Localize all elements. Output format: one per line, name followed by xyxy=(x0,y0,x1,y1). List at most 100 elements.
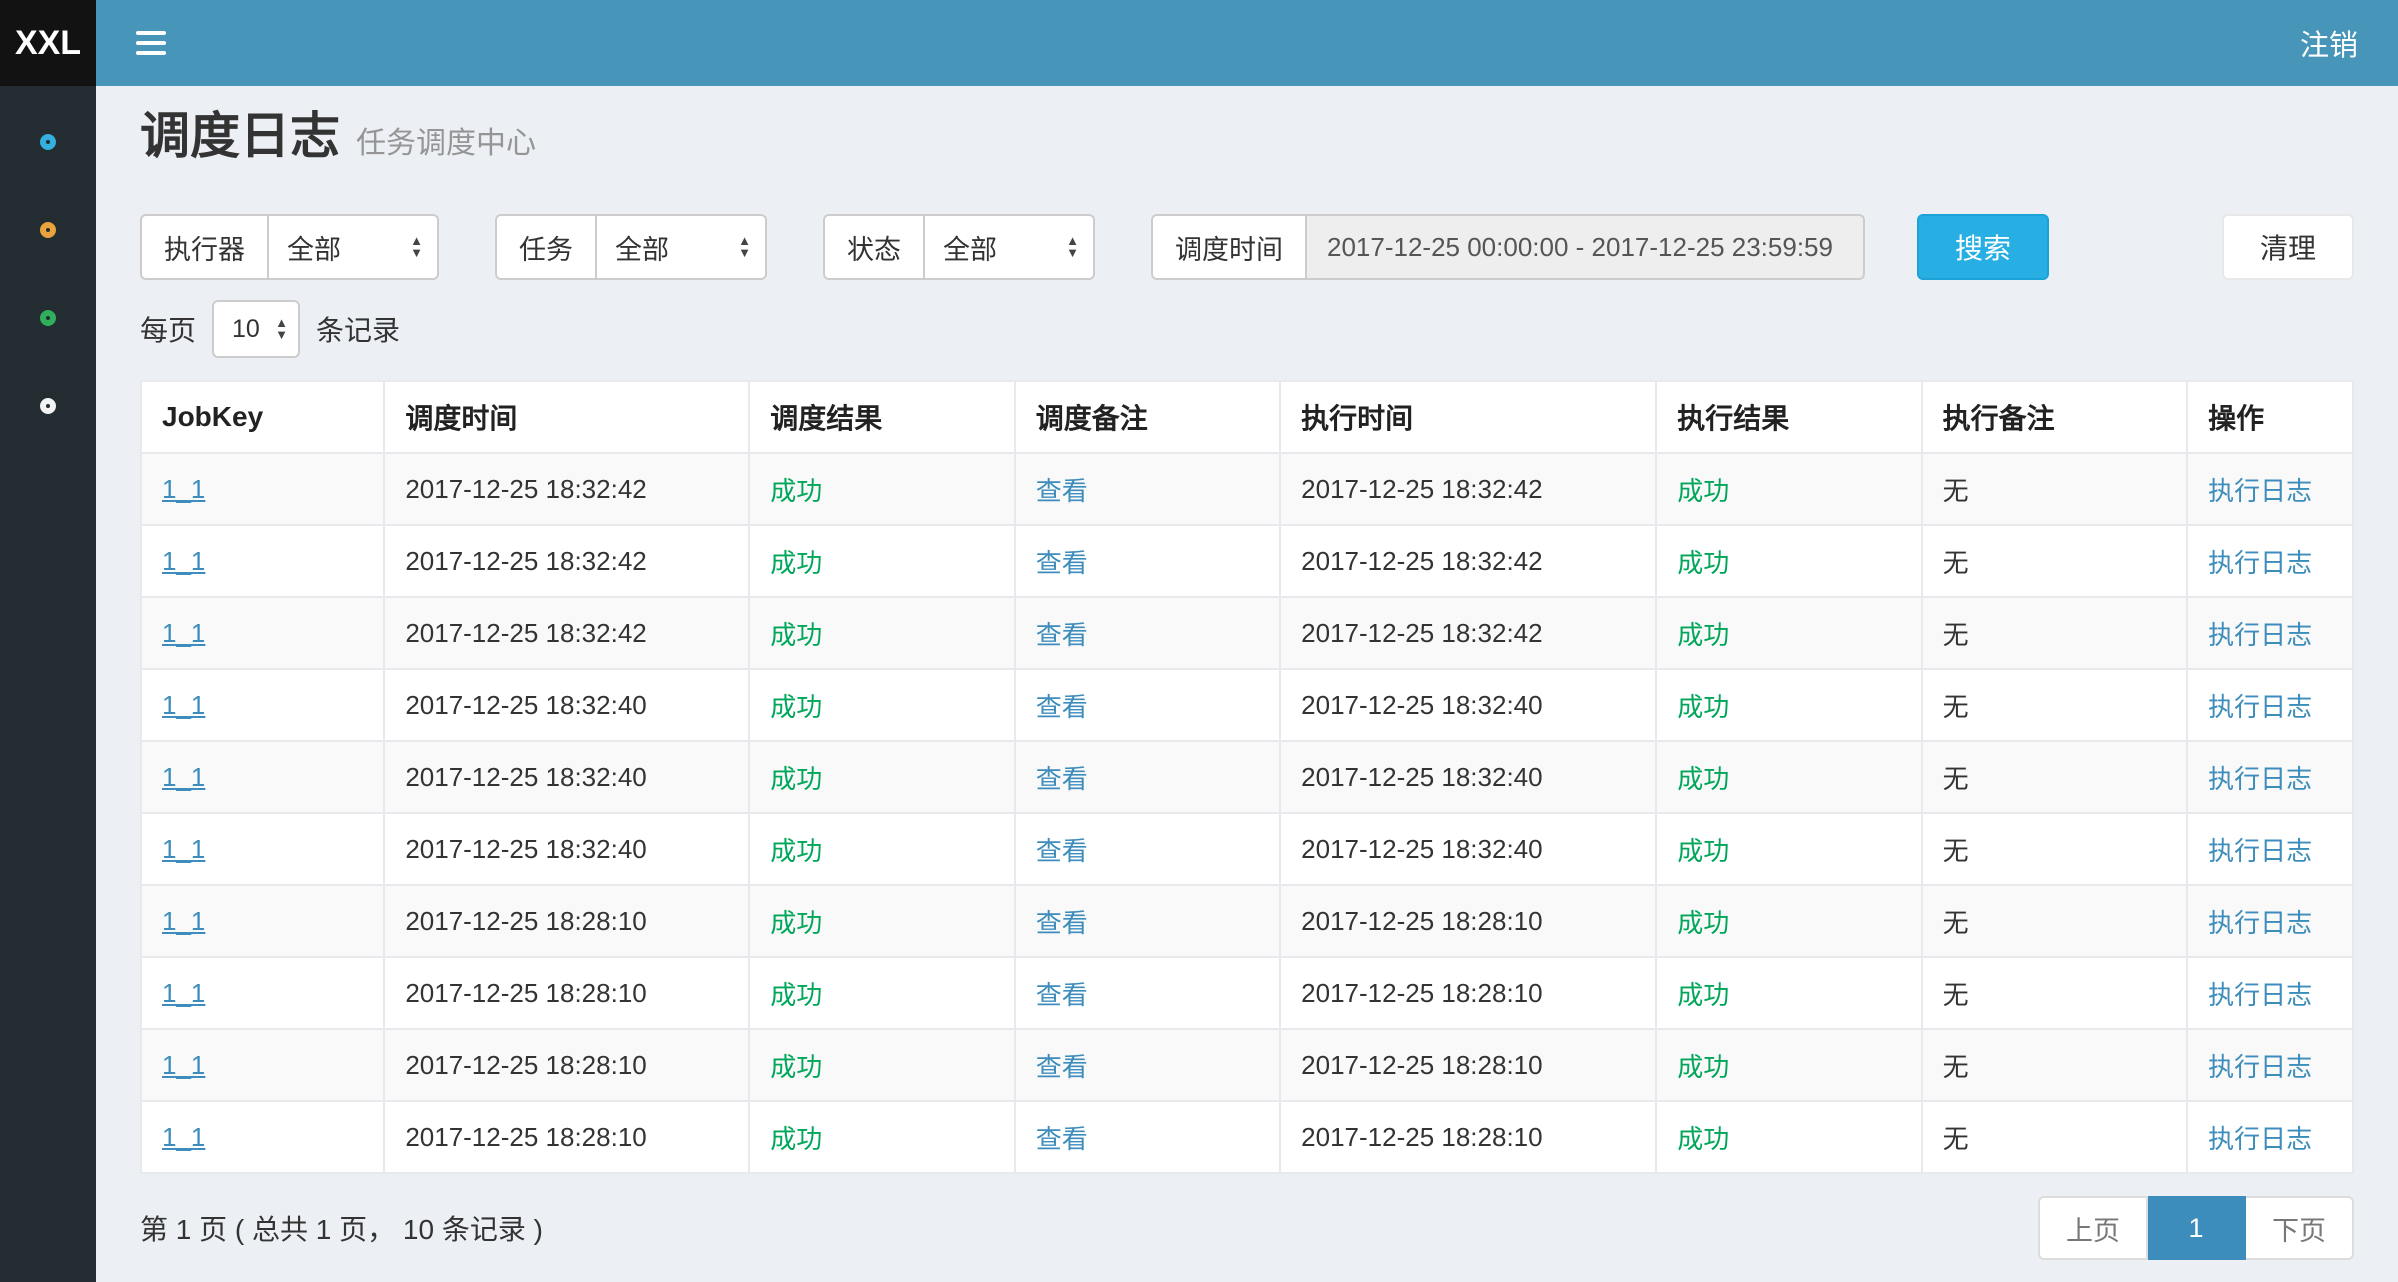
trigger-msg-link[interactable]: 查看 xyxy=(1036,476,1088,506)
jobkey-cell: 1_1 xyxy=(141,1101,384,1173)
executor-select-value: 全部 xyxy=(287,228,341,267)
handle-msg-cell: 无 xyxy=(1922,453,2187,525)
column-header: 操作 xyxy=(2187,381,2353,453)
trigger-msg-link[interactable]: 查看 xyxy=(1036,1052,1088,1082)
action-cell: 执行日志 xyxy=(2187,1029,2353,1101)
trigger-msg-link[interactable]: 查看 xyxy=(1036,548,1088,578)
handle-result-cell: 成功 xyxy=(1656,669,1921,741)
filter-bar: 执行器 全部 ▲▼ 任务 全部 ▲▼ 状态 全部 ▲▼ xyxy=(140,214,2354,280)
trigger-msg-link[interactable]: 查看 xyxy=(1036,764,1088,794)
exec-log-link[interactable]: 执行日志 xyxy=(2208,692,2312,722)
trigger-result-cell: 成功 xyxy=(749,1101,1014,1173)
table-row: 1_1 2017-12-25 18:32:40 成功 查看 2017-12-25… xyxy=(141,669,2353,741)
handle-result-cell: 成功 xyxy=(1656,453,1921,525)
table-row: 1_1 2017-12-25 18:32:40 成功 查看 2017-12-25… xyxy=(141,813,2353,885)
table-row: 1_1 2017-12-25 18:32:42 成功 查看 2017-12-25… xyxy=(141,453,2353,525)
trigger-result-cell: 成功 xyxy=(749,597,1014,669)
column-header: 执行结果 xyxy=(1656,381,1921,453)
jobkey-link[interactable]: 1_1 xyxy=(162,1050,205,1080)
handle-time-cell: 2017-12-25 18:32:40 xyxy=(1280,669,1656,741)
trigger-time-filter-group: 调度时间 2017-12-25 00:00:00 - 2017-12-25 23… xyxy=(1151,214,1865,280)
handle-msg-cell: 无 xyxy=(1922,885,2187,957)
exec-log-link[interactable]: 执行日志 xyxy=(2208,548,2312,578)
jobkey-link[interactable]: 1_1 xyxy=(162,474,205,504)
jobkey-cell: 1_1 xyxy=(141,741,384,813)
search-button[interactable]: 搜索 xyxy=(1917,214,2049,280)
jobkey-cell: 1_1 xyxy=(141,525,384,597)
exec-log-link[interactable]: 执行日志 xyxy=(2208,764,2312,794)
handle-result-cell: 成功 xyxy=(1656,741,1921,813)
page-subtitle: 任务调度中心 xyxy=(356,118,536,162)
prev-page-button[interactable]: 上页 xyxy=(2038,1196,2148,1260)
table-row: 1_1 2017-12-25 18:28:10 成功 查看 2017-12-25… xyxy=(141,957,2353,1029)
topbar: XXL 注销 xyxy=(0,0,2398,86)
trigger-result-cell: 成功 xyxy=(749,453,1014,525)
executor-select[interactable]: 全部 ▲▼ xyxy=(267,214,439,280)
jobkey-cell: 1_1 xyxy=(141,453,384,525)
sidebar-item-3[interactable] xyxy=(0,274,96,362)
handle-time-cell: 2017-12-25 18:32:40 xyxy=(1280,741,1656,813)
trigger-msg-link[interactable]: 查看 xyxy=(1036,1124,1088,1154)
jobkey-link[interactable]: 1_1 xyxy=(162,690,205,720)
trigger-result-cell: 成功 xyxy=(749,525,1014,597)
sidebar-item-1[interactable] xyxy=(0,98,96,186)
jobkey-link[interactable]: 1_1 xyxy=(162,1122,205,1152)
trigger-msg-link[interactable]: 查看 xyxy=(1036,908,1088,938)
brand-logo[interactable]: XXL xyxy=(0,0,96,86)
menu-toggle-icon[interactable] xyxy=(136,31,166,55)
trigger-msg-cell: 查看 xyxy=(1015,525,1280,597)
trigger-time-range-input[interactable]: 2017-12-25 00:00:00 - 2017-12-25 23:59:5… xyxy=(1305,214,1865,280)
pagination: 上页 1 下页 xyxy=(2038,1196,2354,1260)
trigger-msg-link[interactable]: 查看 xyxy=(1036,620,1088,650)
exec-log-link[interactable]: 执行日志 xyxy=(2208,1124,2312,1154)
handle-result-cell: 成功 xyxy=(1656,1101,1921,1173)
next-page-button[interactable]: 下页 xyxy=(2246,1196,2354,1260)
sidebar-item-4[interactable] xyxy=(0,362,96,450)
page-size-suffix-label: 条记录 xyxy=(316,309,400,349)
table-row: 1_1 2017-12-25 18:28:10 成功 查看 2017-12-25… xyxy=(141,1101,2353,1173)
circle-outline-icon xyxy=(40,222,56,238)
trigger-time-cell: 2017-12-25 18:32:42 xyxy=(384,525,749,597)
content-area: 调度日志 任务调度中心 执行器 全部 ▲▼ 任务 全部 ▲▼ 状态 xyxy=(96,86,2398,1282)
circle-outline-icon xyxy=(40,310,56,326)
jobkey-link[interactable]: 1_1 xyxy=(162,906,205,936)
executor-filter-group: 执行器 全部 ▲▼ xyxy=(140,214,439,280)
status-filter-label: 状态 xyxy=(823,214,923,280)
sidebar-item-2[interactable] xyxy=(0,186,96,274)
jobkey-link[interactable]: 1_1 xyxy=(162,762,205,792)
exec-log-link[interactable]: 执行日志 xyxy=(2208,476,2312,506)
column-header: 执行备注 xyxy=(1922,381,2187,453)
action-cell: 执行日志 xyxy=(2187,525,2353,597)
exec-log-link[interactable]: 执行日志 xyxy=(2208,1052,2312,1082)
column-header: 调度结果 xyxy=(749,381,1014,453)
trigger-result-cell: 成功 xyxy=(749,957,1014,1029)
trigger-time-cell: 2017-12-25 18:32:40 xyxy=(384,669,749,741)
current-page-button[interactable]: 1 xyxy=(2148,1196,2246,1260)
handle-result-cell: 成功 xyxy=(1656,957,1921,1029)
logout-link[interactable]: 注销 xyxy=(2300,22,2358,64)
column-header: 执行时间 xyxy=(1280,381,1656,453)
jobkey-link[interactable]: 1_1 xyxy=(162,834,205,864)
jobkey-link[interactable]: 1_1 xyxy=(162,618,205,648)
handle-result-cell: 成功 xyxy=(1656,813,1921,885)
handle-msg-cell: 无 xyxy=(1922,957,2187,1029)
trigger-msg-link[interactable]: 查看 xyxy=(1036,692,1088,722)
action-cell: 执行日志 xyxy=(2187,1101,2353,1173)
exec-log-link[interactable]: 执行日志 xyxy=(2208,620,2312,650)
job-filter-label: 任务 xyxy=(495,214,595,280)
clear-button[interactable]: 清理 xyxy=(2222,214,2354,280)
trigger-msg-cell: 查看 xyxy=(1015,669,1280,741)
trigger-msg-link[interactable]: 查看 xyxy=(1036,836,1088,866)
exec-log-link[interactable]: 执行日志 xyxy=(2208,980,2312,1010)
exec-log-link[interactable]: 执行日志 xyxy=(2208,836,2312,866)
log-table-body: 1_1 2017-12-25 18:32:42 成功 查看 2017-12-25… xyxy=(141,453,2353,1173)
jobkey-link[interactable]: 1_1 xyxy=(162,978,205,1008)
status-select[interactable]: 全部 ▲▼ xyxy=(923,214,1095,280)
action-cell: 执行日志 xyxy=(2187,957,2353,1029)
page-size-select[interactable]: 10 ▲▼ xyxy=(212,300,300,358)
executor-filter-label: 执行器 xyxy=(140,214,267,280)
exec-log-link[interactable]: 执行日志 xyxy=(2208,908,2312,938)
trigger-msg-link[interactable]: 查看 xyxy=(1036,980,1088,1010)
jobkey-link[interactable]: 1_1 xyxy=(162,546,205,576)
job-select[interactable]: 全部 ▲▼ xyxy=(595,214,767,280)
